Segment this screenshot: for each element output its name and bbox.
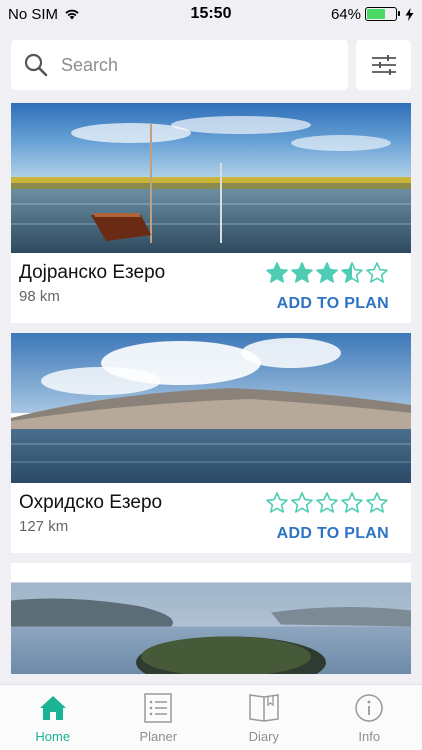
place-photo-dojran bbox=[11, 103, 411, 253]
star-icon[interactable] bbox=[340, 261, 364, 285]
status-left: No SIM bbox=[8, 6, 80, 23]
rating-stars[interactable] bbox=[265, 491, 389, 515]
star-icon[interactable] bbox=[290, 491, 314, 515]
star-icon[interactable] bbox=[365, 261, 389, 285]
info-icon bbox=[355, 694, 383, 722]
search-input[interactable] bbox=[61, 54, 301, 76]
status-bar: No SIM 15:50 64% bbox=[0, 0, 422, 28]
place-distance: 127 km bbox=[19, 518, 69, 535]
place-photo-ohrid bbox=[11, 333, 411, 483]
wifi-icon bbox=[65, 9, 79, 20]
battery-level bbox=[367, 9, 385, 19]
place-card[interactable] bbox=[11, 563, 411, 674]
star-icon[interactable] bbox=[315, 491, 339, 515]
add-to-plan-button[interactable]: ADD TO PLAN bbox=[277, 295, 389, 313]
add-to-plan-button[interactable]: ADD TO PLAN bbox=[277, 525, 389, 543]
star-icon[interactable] bbox=[265, 491, 289, 515]
star-icon[interactable] bbox=[265, 261, 289, 285]
place-title: Охридско Езеро bbox=[19, 492, 163, 513]
search-row bbox=[11, 40, 411, 90]
list-icon bbox=[144, 693, 172, 723]
book-icon bbox=[249, 694, 279, 722]
place-card[interactable]: Охридско Езеро 127 km ADD TO PLAN bbox=[11, 333, 411, 553]
tab-diary[interactable]: Diary bbox=[211, 685, 316, 744]
tab-label: Home bbox=[35, 729, 71, 744]
place-photo-island bbox=[11, 582, 411, 674]
star-icon[interactable] bbox=[290, 261, 314, 285]
tab-label: Diary bbox=[248, 729, 279, 744]
place-card-body: Охридско Езеро 127 km ADD TO PLAN bbox=[11, 483, 411, 553]
carrier-label: No SIM bbox=[8, 5, 59, 23]
battery-icon bbox=[365, 7, 400, 21]
tab-bar: Home Planer Diary Info bbox=[0, 684, 422, 750]
place-card-body: Дојранско Езеро 98 km ADD TO PLAN bbox=[11, 253, 411, 323]
star-icon[interactable] bbox=[315, 261, 339, 285]
place-card[interactable]: Дојранско Езеро 98 km ADD TO PLAN bbox=[11, 103, 411, 323]
tab-home[interactable]: Home bbox=[0, 685, 105, 744]
sliders-icon bbox=[371, 55, 396, 75]
home-icon bbox=[39, 696, 66, 720]
star-icon[interactable] bbox=[365, 491, 389, 515]
clock: 15:50 bbox=[190, 5, 232, 22]
search-box[interactable] bbox=[11, 40, 348, 90]
filter-button[interactable] bbox=[356, 40, 411, 90]
place-distance: 98 km bbox=[19, 288, 60, 305]
star-icon[interactable] bbox=[340, 491, 364, 515]
status-right: 64% bbox=[331, 6, 414, 23]
charging-bolt-icon bbox=[405, 7, 414, 21]
battery-percent: 64% bbox=[330, 5, 361, 23]
tab-info[interactable]: Info bbox=[317, 685, 422, 744]
search-icon bbox=[24, 53, 48, 77]
rating-stars[interactable] bbox=[265, 261, 389, 285]
place-title: Дојранско Езеро bbox=[19, 262, 166, 283]
tab-label: Planer bbox=[139, 729, 178, 744]
tab-label: Info bbox=[358, 729, 381, 744]
tab-planer[interactable]: Planer bbox=[106, 685, 211, 744]
